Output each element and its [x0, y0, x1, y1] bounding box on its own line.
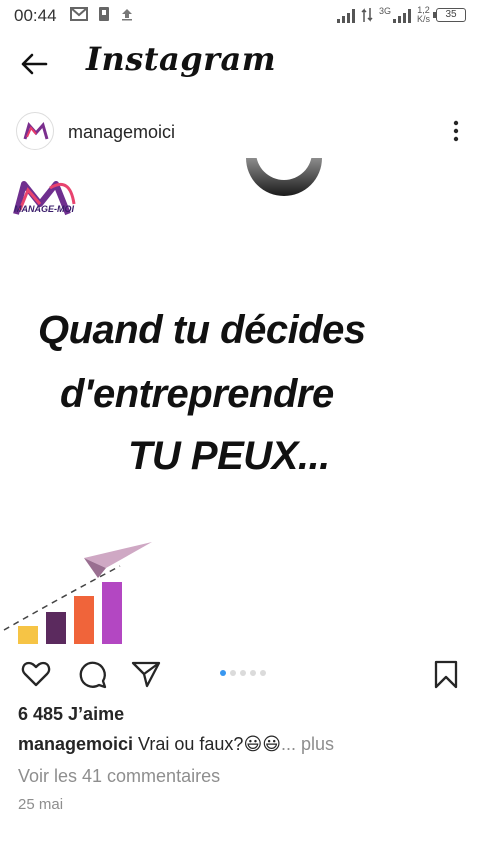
headline-line-3: TU PEUX... — [128, 434, 330, 478]
comment-bubble-icon[interactable] — [76, 658, 108, 690]
network-type: 3G — [378, 6, 391, 16]
carousel-dot — [220, 670, 226, 676]
post-image[interactable]: MANAGE-MOI Quand tu décides d'entreprend… — [0, 158, 480, 648]
post-username[interactable]: managemoici — [68, 122, 175, 143]
manage-moi-logo — [13, 181, 76, 216]
sim-icon — [99, 7, 109, 21]
bar-1 — [18, 626, 38, 644]
bar-2 — [46, 612, 66, 644]
status-time: 00:44 — [14, 6, 57, 25]
post-header: managemoici — [0, 112, 480, 156]
post-date: 25 mai — [18, 796, 64, 813]
carousel-dot — [260, 670, 266, 676]
carousel-indicator — [220, 670, 266, 676]
arrow-left-icon[interactable] — [16, 46, 52, 82]
paper-plane-icon[interactable] — [130, 658, 162, 690]
status-bar: 00:44 3G 1,2 K/s 35 — [0, 0, 480, 32]
carousel-dot — [230, 670, 236, 676]
top-bar: Instagram — [0, 32, 480, 98]
likes-count[interactable]: 6 485 J’aime — [18, 704, 124, 725]
headline-line-2: d'entreprendre — [60, 372, 334, 416]
gmail-icon — [70, 7, 88, 21]
growth-bars-graphic — [3, 542, 152, 644]
bookmark-icon[interactable] — [430, 658, 462, 690]
caption: managemoici Vrai ou faux?😃😃... plus — [18, 734, 334, 755]
signal-icon — [336, 7, 355, 23]
more-vertical-icon[interactable] — [452, 120, 460, 142]
caption-more-link[interactable]: ... plus — [281, 734, 334, 754]
headline-line-1: Quand tu décides — [38, 308, 366, 352]
status-right: 3G 1,2 K/s 35 — [336, 6, 466, 24]
heart-icon[interactable] — [20, 658, 52, 690]
caption-text: Vrai ou faux?😃😃 — [133, 734, 281, 754]
bar-4 — [102, 582, 122, 644]
upload-icon — [122, 9, 132, 21]
carousel-dot — [250, 670, 256, 676]
app-title: Instagram — [86, 40, 277, 78]
signal-icon-2 — [392, 7, 411, 23]
avatar[interactable] — [16, 112, 54, 150]
battery-icon: 35 — [433, 8, 466, 22]
manage-moi-logo-icon — [23, 121, 49, 140]
caption-username[interactable]: managemoici — [18, 734, 133, 754]
logo-text: MANAGE-MOI — [14, 204, 74, 214]
decorative-ring — [246, 158, 322, 196]
net-speed-unit: K/s — [416, 14, 430, 24]
notification-icons — [70, 6, 134, 22]
post-actions — [0, 652, 480, 696]
net-speed: 1,2 K/s — [417, 6, 430, 24]
data-transfer-icon — [361, 8, 373, 22]
view-comments-link[interactable]: Voir les 41 commentaires — [18, 766, 220, 787]
carousel-dot — [240, 670, 246, 676]
bar-3 — [74, 596, 94, 644]
